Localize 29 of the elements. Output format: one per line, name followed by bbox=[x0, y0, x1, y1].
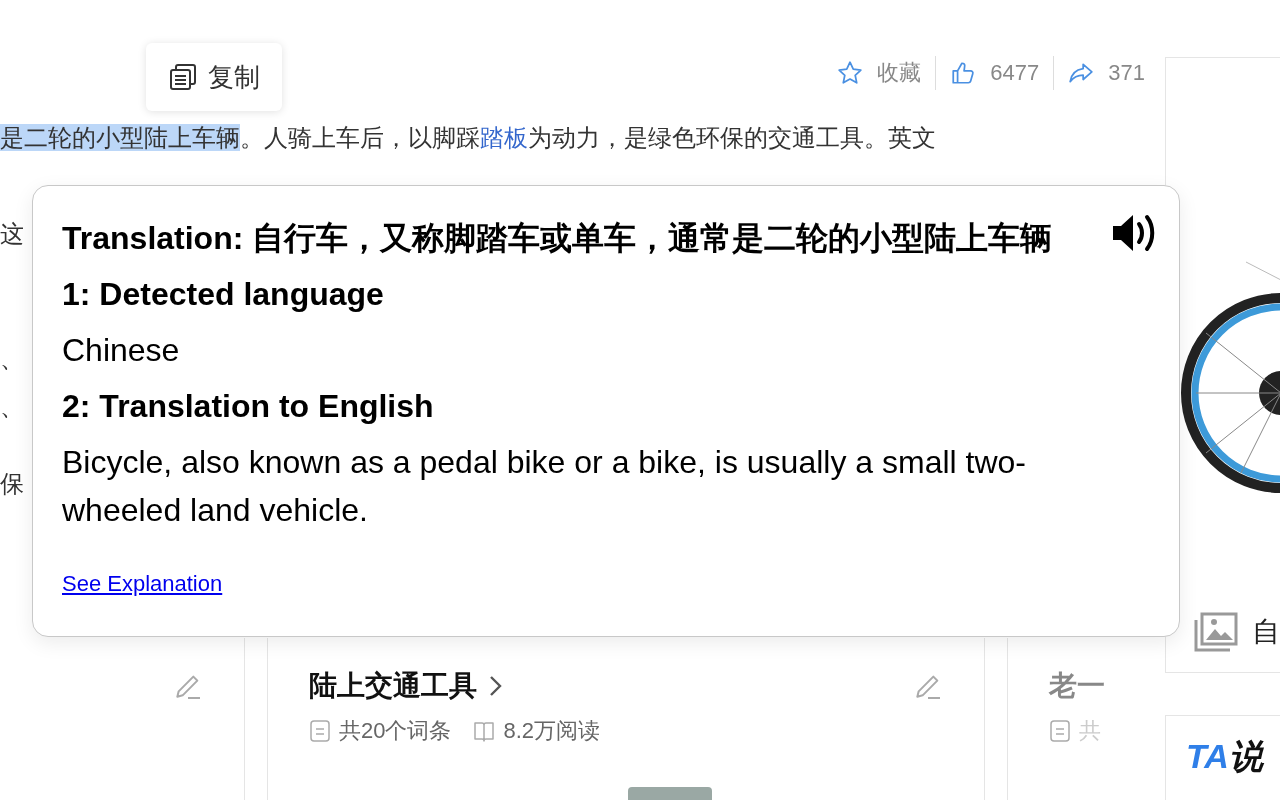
meta-text: 共20个词条 bbox=[339, 717, 452, 745]
paragraph-line: 是二轮的小型陆上车辆。人骑上车后，以脚踩踏板为动力，是绿色环保的交通工具。英文 bbox=[0, 123, 936, 153]
topic-title[interactable]: 老一 bbox=[1049, 667, 1105, 705]
thumbs-up-icon bbox=[950, 60, 977, 86]
book-icon bbox=[473, 719, 496, 743]
document-icon bbox=[309, 719, 331, 743]
see-explanation-link[interactable]: See Explanation bbox=[62, 572, 223, 596]
image-caption: 自 bbox=[1252, 615, 1280, 649]
image-icon bbox=[1194, 612, 1238, 652]
topic-title[interactable]: 陆上交通工具 bbox=[309, 667, 477, 705]
star-icon bbox=[837, 60, 864, 86]
paragraph-line: 这 bbox=[0, 219, 24, 249]
meta-text: 8.2万阅读 bbox=[503, 717, 601, 745]
popup-title: Translation: 自行车，又称脚踏车或单车，通常是二轮的小型陆上车辆 bbox=[62, 219, 1054, 258]
section-text: Bicycle, also known as a pedal bike or a bike, is usually a small two-wheeled land vehicle. bbox=[62, 443, 1027, 530]
link[interactable]: 踏板 bbox=[480, 124, 528, 151]
text-fragment: 保 bbox=[0, 469, 24, 499]
copy-icon bbox=[168, 62, 198, 92]
section-heading: 1: Detected language bbox=[62, 275, 385, 314]
document-icon bbox=[1049, 719, 1071, 743]
action-button[interactable]: 收藏 bbox=[837, 58, 922, 88]
section-text: Chinese bbox=[62, 331, 181, 370]
action-button[interactable]: 6477 bbox=[950, 60, 1040, 86]
section-heading: 2: Translation to English bbox=[62, 387, 435, 426]
copy-button[interactable]: 复制 bbox=[146, 43, 282, 111]
action-button[interactable]: 371 bbox=[1068, 60, 1145, 86]
text-fragment: 、 bbox=[0, 392, 24, 422]
text-fragment: 、 bbox=[0, 344, 24, 374]
logo: TA说 bbox=[1186, 736, 1263, 777]
